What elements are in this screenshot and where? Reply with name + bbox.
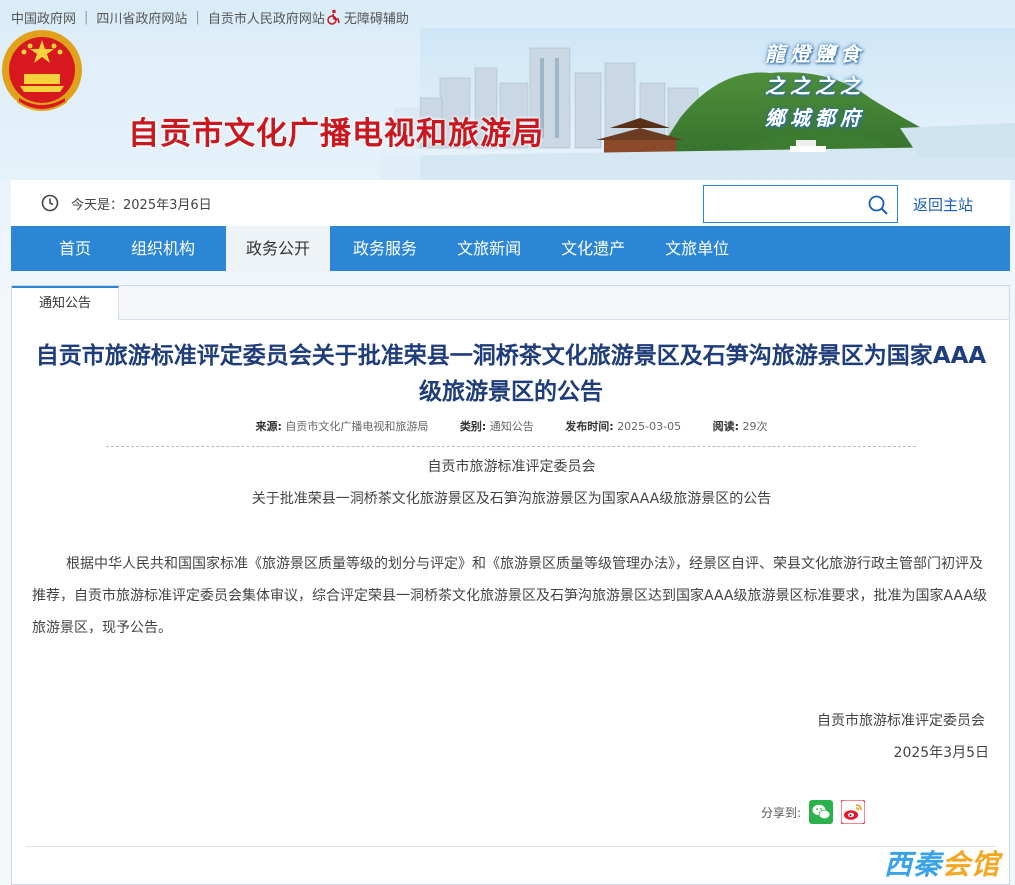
article-meta: 来源: 自贡市文化广播电视和旅游局 类别: 通知公告 发布时间: 2025-03…: [12, 418, 1011, 434]
signature-org: 自贡市旅游标准评定委员会: [817, 713, 985, 729]
calligraphy-line: 鄉城都府: [765, 106, 865, 130]
watermark-logo: 西秦会馆: [884, 848, 1001, 881]
search-box: [703, 185, 898, 223]
banner: 自贡市文化广播电视和旅游局 龍燈鹽食 之之之之 鄉城都府: [0, 28, 1015, 180]
nav-item-tourism-news[interactable]: 文旅新闻: [437, 226, 541, 271]
link-sichuan[interactable]: 四川省政府网站: [96, 8, 187, 27]
article-body: 根据中华人民共和国国家标准《旅游景区质量等级的划分与评定》和《旅游景区质量等级管…: [32, 556, 988, 636]
tab-notices[interactable]: 通知公告: [12, 286, 119, 320]
main-nav: 首页 组织机构 政务公开 政务服务 文旅新闻 文化遗产 文旅单位: [11, 226, 1010, 271]
footer-divider: [26, 846, 996, 847]
article-title: 自贡市旅游标准评定委员会关于批准荣县一洞桥茶文化旅游景区及石笋沟旅游景区为国家A…: [35, 343, 987, 405]
calligraphy-line: 龍燈鹽食: [765, 42, 865, 66]
nav-item-tourism-units[interactable]: 文旅单位: [645, 226, 749, 271]
nav-item-gov-affairs[interactable]: 政务公开: [226, 226, 331, 271]
search-icon[interactable]: [867, 194, 889, 216]
link-gov[interactable]: 中国政府网: [11, 8, 76, 27]
nav-item-home[interactable]: 首页: [39, 226, 111, 271]
nav-item-gov-services[interactable]: 政务服务: [333, 226, 437, 271]
top-links: 中国政府网 | 四川省政府网站 | 自贡市人民政府网站 无障碍辅助: [11, 6, 409, 28]
weibo-icon[interactable]: [841, 800, 866, 824]
nav-item-organization[interactable]: 组织机构: [111, 226, 215, 271]
separator: |: [84, 9, 89, 25]
info-bar: 今天是：2025年3月6日 返回主站: [11, 180, 1010, 226]
article-panel: 通知公告 自贡市旅游标准评定委员会关于批准荣县一洞桥茶文化旅游景区及石笋沟旅游景…: [11, 285, 1010, 885]
divider: [106, 446, 916, 447]
site-title: 自贡市文化广播电视和旅游局: [128, 116, 544, 152]
article-subtitle-org: 自贡市旅游标准评定委员会: [427, 459, 596, 475]
link-accessibility[interactable]: 无障碍辅助: [344, 8, 409, 27]
meta-category: 类别: 通知公告: [459, 420, 534, 433]
national-emblem-icon: [2, 30, 82, 111]
clock-icon: [41, 194, 59, 212]
signature-date: 2025年3月5日: [893, 745, 989, 761]
meta-source: 来源: 自贡市文化广播电视和旅游局: [255, 420, 429, 433]
tab-bar: 通知公告: [12, 286, 1009, 320]
calligraphy-line: 之之之之: [765, 74, 865, 98]
link-zigong[interactable]: 自贡市人民政府网站: [208, 8, 325, 27]
today-date: 今天是：2025年3月6日: [71, 198, 212, 213]
calligraphy-slogan: 龍燈鹽食 之之之之 鄉城都府: [765, 38, 895, 134]
search-input[interactable]: [704, 186, 854, 222]
article-subtitle-topic: 关于批准荣县一洞桥茶文化旅游景区及石笋沟旅游景区为国家AAA级旅游景区的公告: [251, 491, 772, 507]
share-bar: 分享到:: [761, 798, 866, 826]
back-home-link[interactable]: 返回主站: [913, 194, 973, 215]
nav-item-cultural-heritage[interactable]: 文化遗产: [541, 226, 645, 271]
wheelchair-icon: [327, 9, 340, 25]
wechat-icon[interactable]: [809, 800, 834, 824]
separator: |: [195, 9, 200, 25]
meta-views: 阅读: 29次: [712, 420, 768, 433]
share-label: 分享到:: [761, 805, 802, 820]
meta-date: 发布时间: 2025-03-05: [565, 420, 682, 433]
